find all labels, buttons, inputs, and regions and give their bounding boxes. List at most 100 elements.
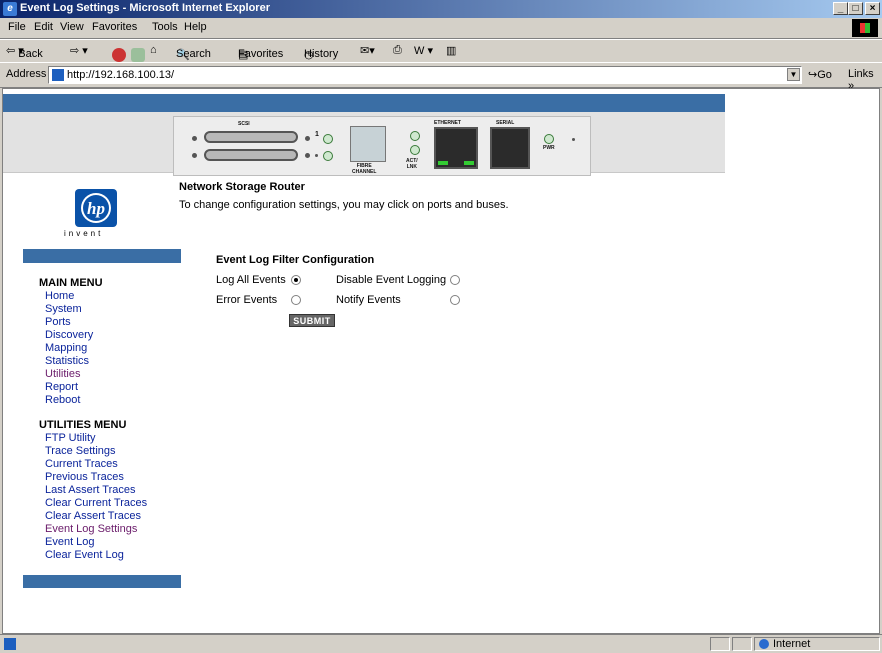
back-label: Back xyxy=(18,48,43,60)
address-input[interactable]: http://192.168.100.13/ ▼ xyxy=(48,66,802,84)
main-menu-reboot[interactable]: Reboot xyxy=(45,394,80,406)
edit-icon[interactable]: W ▾ xyxy=(414,44,433,57)
internet-globe-icon xyxy=(759,639,769,649)
address-url: http://192.168.100.13/ xyxy=(67,69,175,81)
menu-tools[interactable]: Tools xyxy=(152,21,178,33)
page-title: Network Storage Router xyxy=(179,181,305,193)
menu-file[interactable]: File xyxy=(8,21,26,33)
serial-label: SERIAL xyxy=(496,120,515,126)
menu-help[interactable]: Help xyxy=(184,21,207,33)
discuss-icon[interactable]: ▥ xyxy=(446,44,456,57)
mail-icon[interactable]: ✉▾ xyxy=(360,44,375,57)
util-menu-current-traces[interactable]: Current Traces xyxy=(45,458,118,470)
status-led-2 xyxy=(410,145,420,155)
main-menu-report[interactable]: Report xyxy=(45,381,78,393)
fibre-channel-port[interactable] xyxy=(350,126,386,162)
main-menu-utilities[interactable]: Utilities xyxy=(45,368,80,380)
util-menu-previous-traces[interactable]: Previous Traces xyxy=(45,471,124,483)
ethernet-led-right xyxy=(464,161,474,165)
menu-edit[interactable]: Edit xyxy=(34,21,53,33)
main-menu-home[interactable]: Home xyxy=(45,290,74,302)
page-icon xyxy=(52,69,64,81)
address-bar: Address http://192.168.100.13/ ▼ ↪Go Lin… xyxy=(0,62,882,92)
scsi-label: SCSI xyxy=(238,121,250,127)
status-led-1 xyxy=(410,131,420,141)
hp-logo: hp xyxy=(75,189,117,227)
main-menu-discovery[interactable]: Discovery xyxy=(45,329,93,341)
util-menu-ftp[interactable]: FTP Utility xyxy=(45,432,96,444)
router-banner: SCSI 1 FIBRE CHANNEL ACT/ LNK ETHERNET S… xyxy=(3,112,725,176)
main-menu-statistics[interactable]: Statistics xyxy=(45,355,89,367)
maximize-button[interactable]: □ xyxy=(848,2,863,15)
ethernet-led-left xyxy=(438,161,448,165)
address-label: Address xyxy=(6,68,47,80)
error-events-label: Error Events xyxy=(216,294,278,306)
notify-events-label: Notify Events xyxy=(336,294,401,306)
print-icon[interactable]: ⎙ xyxy=(393,44,402,57)
menu-view[interactable]: View xyxy=(60,21,84,33)
main-menu-ports[interactable]: Ports xyxy=(45,316,71,328)
page-subtitle: To change configuration settings, you ma… xyxy=(179,199,509,211)
scsi-port-1[interactable] xyxy=(204,131,298,143)
router-faceplate[interactable]: SCSI 1 FIBRE CHANNEL ACT/ LNK ETHERNET S… xyxy=(173,116,591,176)
status-bar: Internet xyxy=(0,634,882,653)
ie-icon: e xyxy=(3,2,17,16)
main-menu-mapping[interactable]: Mapping xyxy=(45,342,87,354)
util-menu-trace-settings[interactable]: Trace Settings xyxy=(45,445,116,457)
log-all-label: Log All Events xyxy=(216,274,286,286)
util-menu-event-log[interactable]: Event Log xyxy=(45,536,95,548)
status-zone: Internet xyxy=(754,637,880,651)
forward-button[interactable]: ⇨ ▾ xyxy=(70,44,88,57)
minimize-button[interactable]: _ xyxy=(833,2,848,15)
page-content: SCSI 1 FIBRE CHANNEL ACT/ LNK ETHERNET S… xyxy=(2,88,880,634)
screw-dot xyxy=(305,153,310,158)
notify-events-radio[interactable] xyxy=(450,295,460,305)
address-dropdown-icon[interactable]: ▼ xyxy=(787,68,800,81)
log-all-radio[interactable] xyxy=(291,275,301,285)
home-icon[interactable]: ⌂ xyxy=(150,44,157,56)
go-button[interactable]: ↪Go xyxy=(808,68,832,81)
act-lnk-label: ACT/ LNK xyxy=(406,158,418,170)
close-button[interactable]: × xyxy=(865,2,880,15)
screw-dot xyxy=(572,138,575,141)
screw-dot xyxy=(305,136,310,141)
fibre-channel-label: FIBRE CHANNEL xyxy=(352,163,377,175)
util-menu-clear-assert[interactable]: Clear Assert Traces xyxy=(45,510,141,522)
ethernet-label: ETHERNET xyxy=(434,120,461,126)
header-bar xyxy=(3,94,725,112)
ethernet-port[interactable] xyxy=(434,127,478,169)
disable-logging-radio[interactable] xyxy=(450,275,460,285)
scsi-led-2 xyxy=(323,151,333,161)
page-status-icon xyxy=(4,638,16,650)
toolbar: ⇦ Back ▾ ⇨ ▾ ⌂ 🔍 Search ▤ Favorites ◷ Hist… xyxy=(0,39,882,63)
zone-label: Internet xyxy=(773,638,811,650)
invent-tagline: invent xyxy=(64,229,104,238)
form-title: Event Log Filter Configuration xyxy=(216,254,375,266)
scsi-led-1 xyxy=(323,134,333,144)
window-title: Event Log Settings - Microsoft Internet … xyxy=(20,2,270,14)
serial-port[interactable] xyxy=(490,127,530,169)
back-button[interactable]: ⇦ Back ▾ xyxy=(6,44,43,60)
scsi-port-2[interactable] xyxy=(204,149,298,161)
screw-dot xyxy=(192,136,197,141)
port-indicator-dot xyxy=(315,154,318,157)
util-menu-event-log-settings[interactable]: Event Log Settings xyxy=(45,523,137,535)
menu-bar: File Edit View Favorites Tools Help xyxy=(0,18,882,39)
menu-favorites[interactable]: Favorites xyxy=(92,21,137,33)
window-title-bar: e Event Log Settings - Microsoft Interne… xyxy=(0,0,882,18)
screw-dot xyxy=(192,153,197,158)
power-led xyxy=(544,134,554,144)
util-menu-clear-current[interactable]: Clear Current Traces xyxy=(45,497,147,509)
util-menu-clear-event-log[interactable]: Clear Event Log xyxy=(45,549,124,561)
util-menu-last-assert[interactable]: Last Assert Traces xyxy=(45,484,135,496)
utilities-menu-title: UTILITIES MENU xyxy=(39,419,127,431)
windows-logo-icon xyxy=(852,19,878,37)
main-menu-system[interactable]: System xyxy=(45,303,82,315)
status-cell xyxy=(710,637,730,651)
pwr-label: PWR xyxy=(543,145,555,151)
sidebar-header-bar xyxy=(23,249,181,263)
submit-button[interactable]: SUBMIT xyxy=(289,314,335,327)
error-events-radio[interactable] xyxy=(291,295,301,305)
disable-logging-label: Disable Event Logging xyxy=(336,274,447,286)
port-number-1: 1 xyxy=(315,131,319,138)
